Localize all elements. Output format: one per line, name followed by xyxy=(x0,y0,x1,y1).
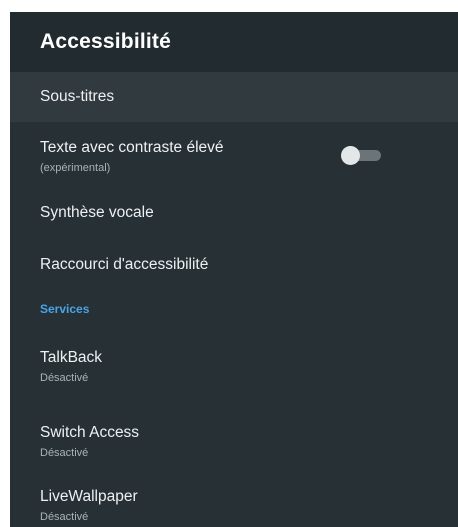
tts-item[interactable]: Synthèse vocale xyxy=(10,188,458,240)
accessibility-screen: Accessibilité Sous-titres Texte avec con… xyxy=(10,12,458,527)
settings-list: Sous-titres Texte avec contraste élevé (… xyxy=(10,72,458,527)
services-section: Services xyxy=(10,290,458,330)
talkback-label: TalkBack xyxy=(40,349,103,366)
services-section-label: Services xyxy=(40,302,90,316)
captions-item[interactable]: Sous-titres xyxy=(10,72,458,122)
high-contrast-label: Texte avec contraste élevé xyxy=(40,139,224,156)
high-contrast-item[interactable]: Texte avec contraste élevé (expérimental… xyxy=(10,122,458,188)
header: Accessibilité xyxy=(10,12,458,72)
switch-access-label: Switch Access xyxy=(40,424,140,441)
switch-access-item[interactable]: Switch Access Désactivé xyxy=(10,408,458,474)
livewallpaper-item[interactable]: LiveWallpaper Désactivé xyxy=(10,474,458,527)
talkback-item[interactable]: TalkBack Désactivé xyxy=(10,330,458,408)
page-title: Accessibilité xyxy=(40,30,171,53)
toggle-thumb xyxy=(341,146,360,165)
tts-label: Synthèse vocale xyxy=(40,204,154,221)
shortcut-item[interactable]: Raccourci d'accessibilité xyxy=(10,240,458,290)
shortcut-label: Raccourci d'accessibilité xyxy=(40,256,209,273)
captions-label: Sous-titres xyxy=(40,88,115,105)
high-contrast-toggle[interactable] xyxy=(341,146,383,165)
livewallpaper-label: LiveWallpaper xyxy=(40,488,138,505)
talkback-status: Désactivé xyxy=(40,372,89,384)
livewallpaper-status: Désactivé xyxy=(40,511,89,523)
high-contrast-sub: (expérimental) xyxy=(40,162,111,174)
switch-access-status: Désactivé xyxy=(40,447,89,459)
